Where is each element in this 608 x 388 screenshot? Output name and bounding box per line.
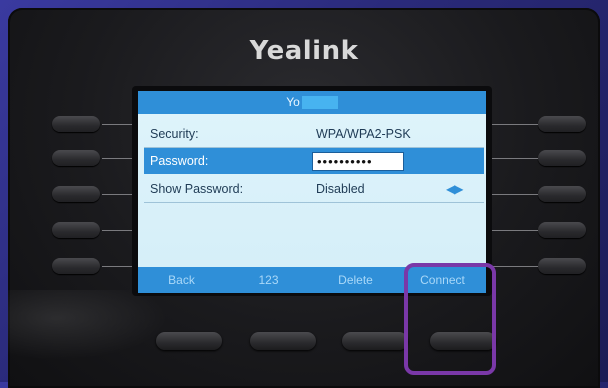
connector-line [102,194,134,195]
line-key-left-3[interactable] [52,186,100,202]
left-right-arrows-icon[interactable]: ◀▶ [446,176,463,202]
line-key-right-4[interactable] [538,222,586,238]
security-label: Security: [150,127,199,141]
connector-line [492,230,538,231]
show-password-value: Disabled [316,182,365,196]
security-row[interactable]: Security: WPA/WPA2-PSK [144,121,484,148]
security-value: WPA/WPA2-PSK [316,127,411,141]
brand-logo: Yealink [249,36,359,66]
connector-line [102,230,134,231]
screen-title-bar: Yo [138,91,486,114]
softkey-123[interactable]: 123 [225,267,312,293]
password-label: Password: [150,154,209,168]
connect-highlight-box [404,263,496,375]
connector-line [492,194,538,195]
softkey-delete[interactable]: Delete [312,267,399,293]
line-key-right-1[interactable] [538,116,586,132]
line-key-right-2[interactable] [538,150,586,166]
show-password-label: Show Password: [150,182,244,196]
softkey-back[interactable]: Back [138,267,225,293]
redaction-block [301,96,338,110]
screen-title: Yo [286,95,300,109]
line-key-left-2[interactable] [52,150,100,166]
connector-line [492,124,538,125]
line-key-left-4[interactable] [52,222,100,238]
connector-line [102,266,134,267]
connector-line [492,266,538,267]
password-field[interactable]: •••••••••• [312,152,404,171]
line-key-left-1[interactable] [52,116,100,132]
connector-line [102,124,134,125]
connector-line [102,158,134,159]
line-key-right-3[interactable] [538,186,586,202]
show-password-row[interactable]: Show Password: Disabled ◀▶ [144,176,484,203]
line-key-right-5[interactable] [538,258,586,274]
connector-line [492,158,538,159]
hard-softkey-3[interactable] [342,332,408,350]
hard-softkey-2[interactable] [250,332,316,350]
surface-glare [8,290,168,360]
hard-softkey-1[interactable] [156,332,222,350]
line-key-left-5[interactable] [52,258,100,274]
password-row[interactable]: Password: •••••••••• [144,148,484,174]
